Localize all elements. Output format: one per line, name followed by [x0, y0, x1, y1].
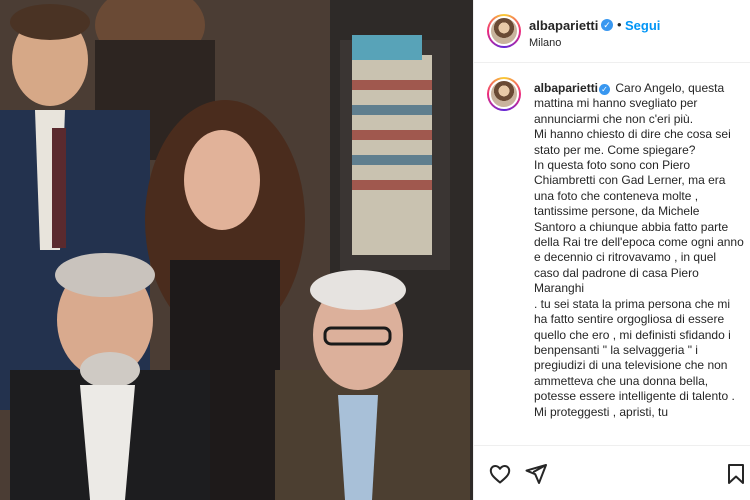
heart-icon[interactable] — [488, 462, 512, 486]
caption-paragraph: In questa foto sono con Piero Chiambrett… — [534, 158, 744, 296]
post-photo-illustration — [0, 0, 473, 500]
avatar[interactable] — [487, 14, 521, 48]
caption-paragraph: albaparietti ✓ Caro Angelo, questa mattin… — [534, 81, 744, 127]
bookmark-icon[interactable] — [724, 462, 748, 486]
avatar-image — [489, 79, 519, 109]
follow-button[interactable]: Segui — [625, 18, 660, 33]
verified-icon: ✓ — [599, 84, 611, 95]
post-side-panel: albaparietti ✓ • Segui Milano albapariet… — [473, 0, 750, 500]
caption-avatar[interactable] — [487, 77, 521, 111]
caption-paragraph: Mi hanno chiesto di dire che cosa sei st… — [534, 127, 731, 157]
separator-dot: • — [617, 17, 622, 32]
caption-username[interactable]: albaparietti — [534, 81, 598, 95]
verified-icon: ✓ — [601, 19, 613, 31]
caption-text: albaparietti ✓ Caro Angelo, questa mattin… — [534, 81, 744, 420]
paper-plane-icon[interactable] — [524, 462, 548, 486]
caption-area[interactable]: albaparietti ✓ Caro Angelo, questa mattin… — [474, 63, 750, 445]
caption-paragraph: . tu sei stata la prima persona che mi h… — [534, 296, 735, 404]
location-link[interactable]: Milano — [529, 37, 561, 49]
username[interactable]: albaparietti — [529, 18, 598, 33]
action-bar — [474, 445, 750, 500]
post-header: albaparietti ✓ • Segui Milano — [474, 0, 750, 63]
post-photo[interactable] — [0, 0, 473, 500]
avatar-image — [489, 16, 519, 46]
caption-fade — [474, 435, 750, 445]
caption-paragraph: Mi proteggesti , apristi, tu — [534, 404, 669, 419]
